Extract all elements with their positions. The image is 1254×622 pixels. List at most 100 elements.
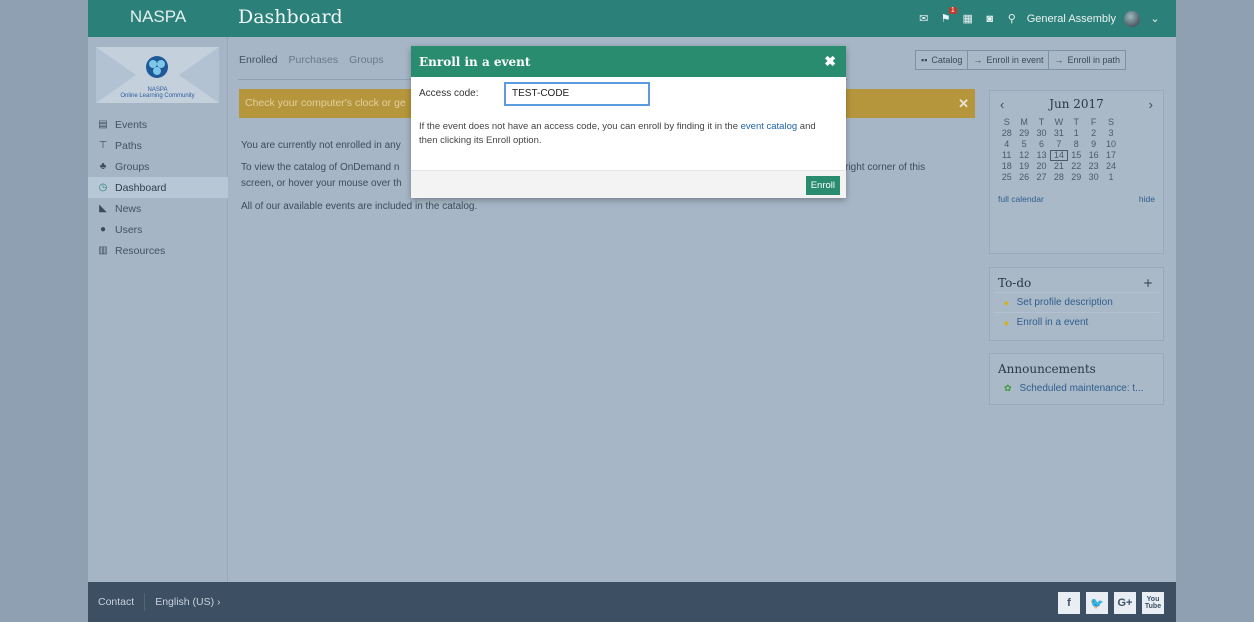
full-calendar-link[interactable]: full calendar <box>998 194 1044 204</box>
hide-calendar-link[interactable]: hide <box>1139 194 1155 204</box>
calendar-day[interactable]: 1 <box>1068 128 1085 139</box>
quick-actions: ▪▪ Catalog → Enroll in event → Enroll in pa… <box>915 50 1127 70</box>
catalog-hint-end: r right corner of this <box>839 162 926 173</box>
calendar-day[interactable]: 30 <box>1085 172 1102 183</box>
next-month-icon[interactable]: › <box>1149 97 1153 112</box>
social-links: f 🐦 G+ You Tube <box>1058 592 1164 614</box>
calendar-day[interactable]: 8 <box>1068 139 1085 150</box>
calendar-day[interactable]: 25 <box>998 172 1015 183</box>
calendar-day[interactable]: 21 <box>1050 161 1067 172</box>
access-code-input[interactable] <box>504 81 650 106</box>
youtube-icon[interactable]: You Tube <box>1142 592 1164 614</box>
top-bar-actions: ✉ ⚑ 1 ▦ ◙ ⚲ General Assembly ⌄ <box>917 0 1162 37</box>
calendar-day[interactable]: 16 <box>1085 150 1102 161</box>
calendar-day[interactable]: 2 <box>1085 128 1102 139</box>
logo-text: NASPA Online Learning Community <box>96 87 219 99</box>
facebook-icon[interactable]: f <box>1058 592 1080 614</box>
event-catalog-link[interactable]: event catalog <box>741 121 798 132</box>
calendar-week: 4 5 6 7 8 9 10 <box>998 139 1155 150</box>
calendar-day[interactable]: 27 <box>1033 172 1050 183</box>
calendar-day[interactable]: 28 <box>998 128 1015 139</box>
twitter-icon[interactable]: 🐦 <box>1086 592 1108 614</box>
enroll-dialog: Enroll in a event ✖ Access code: If the … <box>411 46 846 198</box>
tab-groups[interactable]: Groups <box>349 54 383 66</box>
calendar-day[interactable]: 4 <box>998 139 1015 150</box>
calendar-day[interactable]: 13 <box>1033 150 1050 161</box>
todo-item-label: Enroll in a event <box>1016 317 1089 328</box>
calendar-day[interactable]: 18 <box>998 161 1015 172</box>
calendar-day[interactable]: 30 <box>1033 128 1050 139</box>
chevron-down-icon[interactable]: ⌄ <box>1148 12 1162 26</box>
weekday: F <box>1090 117 1097 127</box>
enroll-path-label: Enroll in path <box>1067 55 1121 65</box>
calendar-day[interactable]: 29 <box>1015 128 1032 139</box>
help-icon[interactable]: ◙ <box>983 12 997 26</box>
user-name[interactable]: General Assembly <box>1027 13 1116 25</box>
resources-icon: ▥ <box>98 245 108 256</box>
prev-month-icon[interactable]: ‹ <box>1000 97 1004 112</box>
sidebar: NASPA Online Learning Community ▤ Events … <box>88 37 228 582</box>
calendar-day[interactable]: 20 <box>1033 161 1050 172</box>
calendar-day[interactable]: 1 <box>1102 172 1119 183</box>
close-icon[interactable]: ✕ <box>958 89 969 118</box>
sidebar-item-paths[interactable]: ⊤ Paths <box>88 135 228 156</box>
sidebar-item-events[interactable]: ▤ Events <box>88 114 228 135</box>
calendar-day[interactable]: 17 <box>1102 150 1119 161</box>
catalog-link[interactable]: ▪▪ Catalog <box>916 55 967 65</box>
announcements-widget: Announcements ✿ Scheduled maintenance: t.… <box>989 353 1164 405</box>
enroll-button[interactable]: Enroll <box>805 176 840 195</box>
calendar-day[interactable]: 12 <box>1015 150 1032 161</box>
calendar-day[interactable]: 15 <box>1068 150 1085 161</box>
sidebar-item-dashboard[interactable]: ◷ Dashboard <box>88 177 228 198</box>
tabs: Enrolled Purchases Groups <box>239 54 384 66</box>
mail-icon[interactable]: ✉ <box>917 12 931 26</box>
calendar-day[interactable]: 28 <box>1050 172 1067 183</box>
brand-name[interactable]: NASPA <box>88 0 228 37</box>
todo-item[interactable]: ♦ Set profile description <box>994 292 1159 312</box>
todo-item[interactable]: ♦ Enroll in a event <box>994 312 1159 332</box>
tab-enrolled[interactable]: Enrolled <box>239 54 278 66</box>
sidebar-item-groups[interactable]: ♣ Groups <box>88 156 228 177</box>
enrolled-message: You are currently not enrolled in any <box>241 140 401 151</box>
google-plus-icon[interactable]: G+ <box>1114 592 1136 614</box>
contact-link[interactable]: Contact <box>98 596 134 608</box>
calendar-day[interactable]: 3 <box>1102 128 1119 139</box>
announcement-item[interactable]: ✿ Scheduled maintenance: t... <box>994 378 1159 398</box>
calendar-icon[interactable]: ▦ <box>961 12 975 26</box>
calendar-day-today[interactable]: 14 <box>1050 150 1068 161</box>
enroll-event-link[interactable]: → Enroll in event <box>968 55 1048 65</box>
sidebar-item-resources[interactable]: ▥ Resources <box>88 240 228 261</box>
search-icon[interactable]: ⚲ <box>1005 12 1019 26</box>
calendar-day[interactable]: 7 <box>1050 139 1067 150</box>
todo-title: To-do <box>998 276 1032 290</box>
notifications-icon[interactable]: ⚑ 1 <box>939 6 957 26</box>
calendar-day[interactable]: 11 <box>998 150 1015 161</box>
sidebar-item-news[interactable]: ◣ News <box>88 198 228 219</box>
calendar-day[interactable]: 22 <box>1068 161 1085 172</box>
catalog-hint-line-1: To view the catalog of OnDemand n r right… <box>241 162 925 173</box>
calendar-day[interactable]: 29 <box>1068 172 1085 183</box>
sidebar-item-users[interactable]: ● Users <box>88 219 228 240</box>
close-icon[interactable]: ✖ <box>824 53 836 70</box>
calendar-day[interactable]: 9 <box>1085 139 1102 150</box>
weekday: T <box>1038 117 1045 127</box>
calendar-day[interactable]: 5 <box>1015 139 1032 150</box>
weekday: W <box>1054 117 1064 127</box>
announcements-header: Announcements <box>990 354 1163 378</box>
calendar-day[interactable]: 23 <box>1085 161 1102 172</box>
calendar-day[interactable]: 19 <box>1015 161 1032 172</box>
groups-icon: ♣ <box>99 161 107 172</box>
avatar[interactable] <box>1124 10 1140 27</box>
calendar-day[interactable]: 24 <box>1102 161 1119 172</box>
tab-purchases[interactable]: Purchases <box>289 54 339 66</box>
add-icon[interactable]: + <box>1143 276 1153 290</box>
calendar-day[interactable]: 10 <box>1102 139 1119 150</box>
sidebar-item-label: Paths <box>115 139 142 152</box>
enroll-path-link[interactable]: → Enroll in path <box>1049 55 1125 65</box>
calendar-day[interactable]: 26 <box>1015 172 1032 183</box>
calendar-day[interactable]: 6 <box>1033 139 1050 150</box>
calendar-week: 28 29 30 31 1 2 3 <box>998 128 1155 139</box>
logo[interactable]: NASPA Online Learning Community <box>96 47 219 103</box>
calendar-day[interactable]: 31 <box>1050 128 1067 139</box>
language-selector[interactable]: English (US) › <box>155 596 220 608</box>
